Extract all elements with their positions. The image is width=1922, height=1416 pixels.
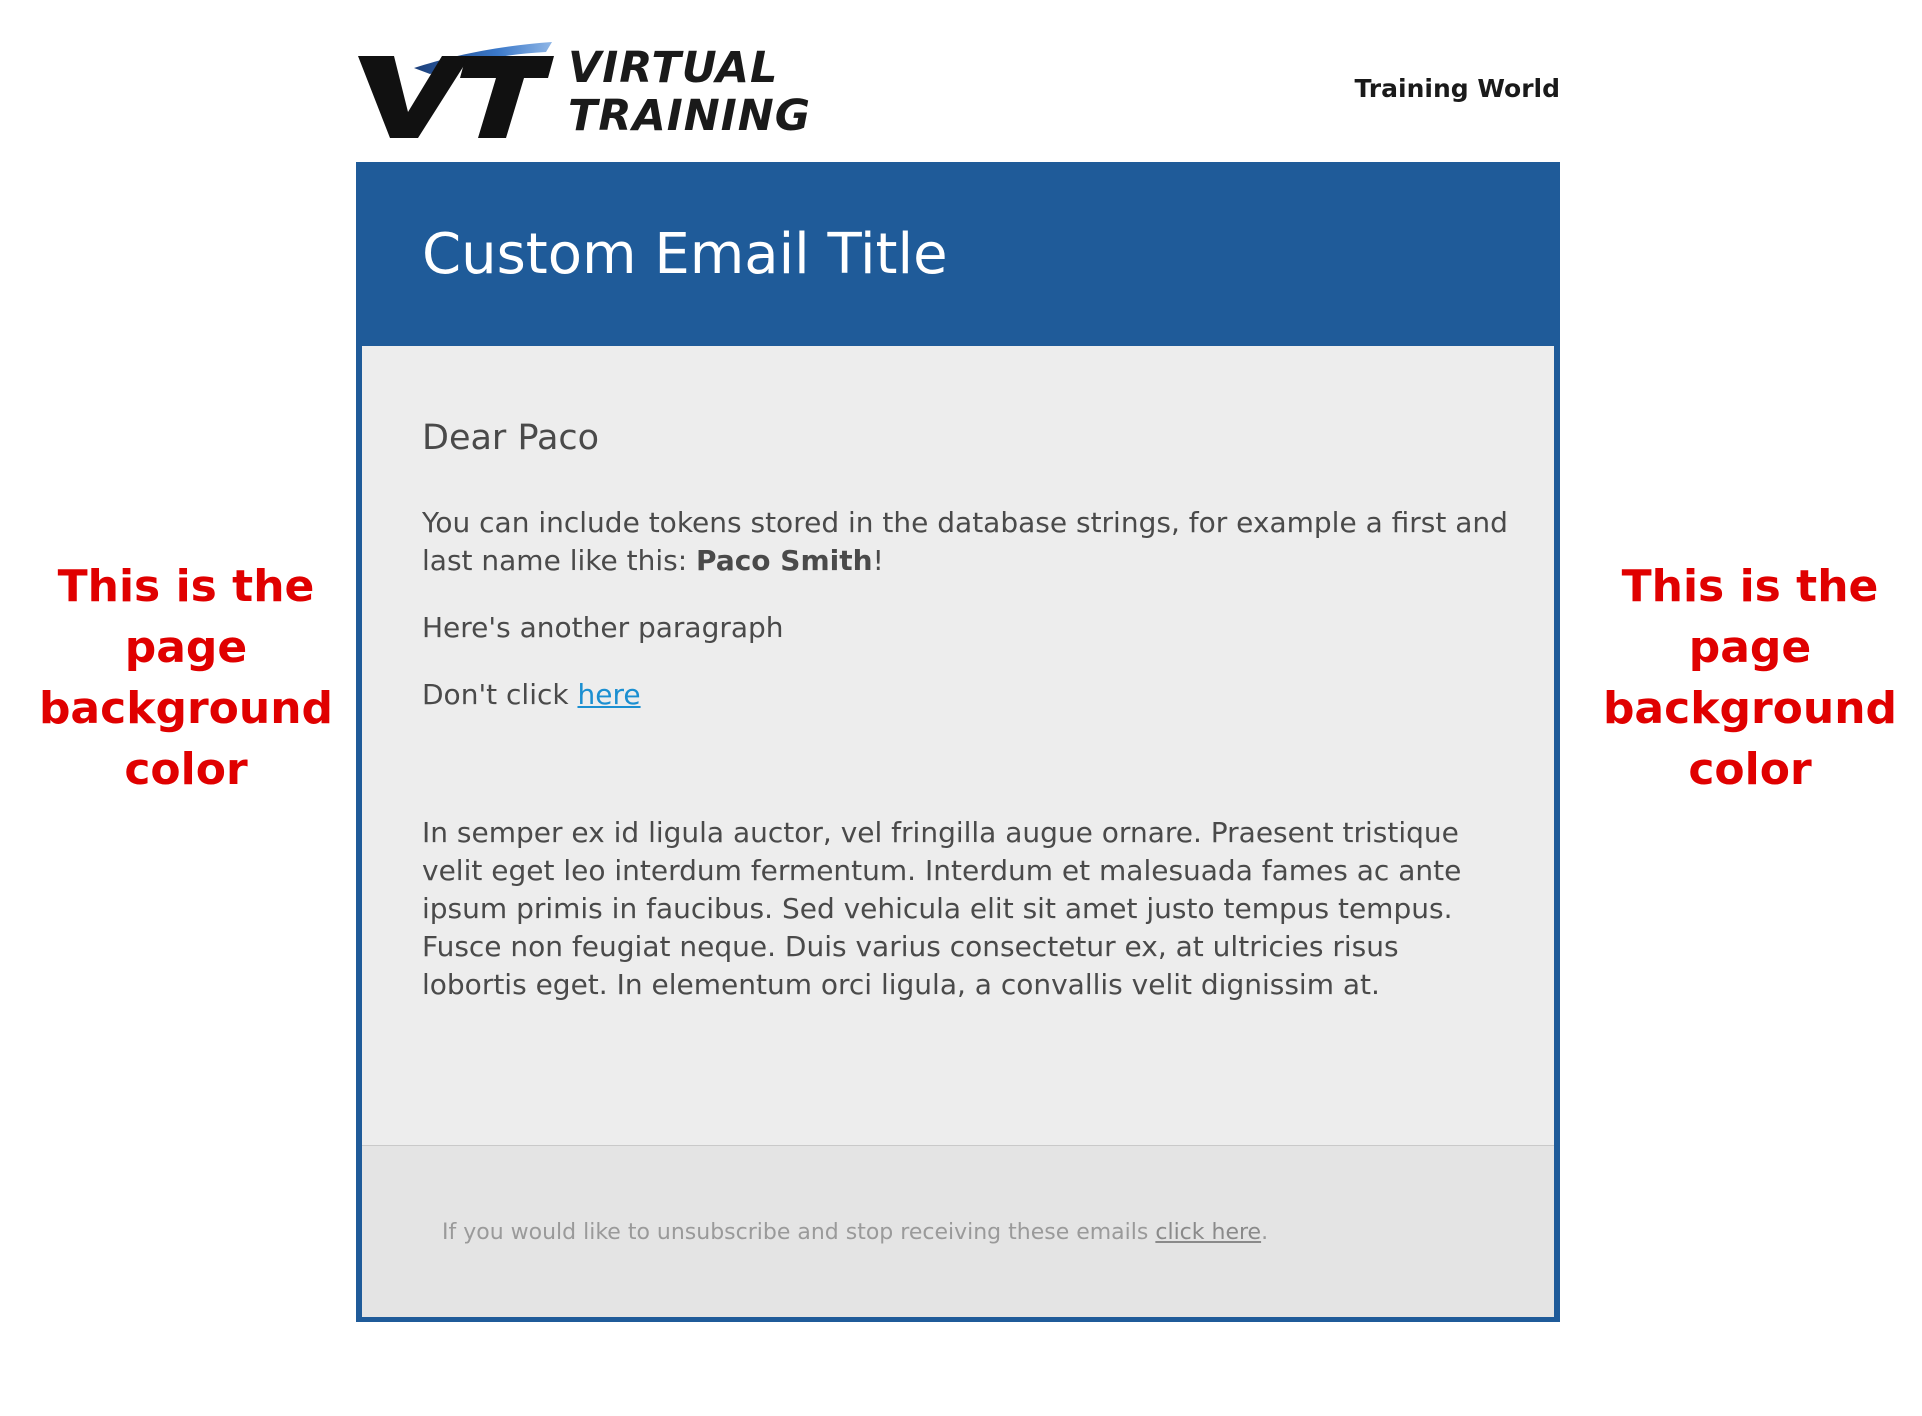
second-paragraph: Here's another paragraph	[422, 611, 784, 644]
left-annotation-line: This is the	[57, 561, 315, 612]
email-footer: If you would like to unsubscribe and sto…	[362, 1145, 1554, 1317]
here-link[interactable]: here	[577, 678, 640, 711]
left-annotation-line: color	[124, 744, 248, 795]
link-paragraph: Don't click here	[422, 676, 1512, 714]
email-header: VIRTUAL TRAINING Training World	[356, 40, 1560, 150]
right-annotation-line: page	[1688, 622, 1812, 673]
unsubscribe-end: .	[1261, 1220, 1269, 1245]
left-annotation-line: background	[38, 683, 334, 734]
link-paragraph-text: Don't click	[422, 678, 578, 711]
left-annotation-line: page	[124, 622, 248, 673]
email-container: Custom Email Title Dear Paco You can inc…	[356, 162, 1560, 1322]
right-annotation: This is the page background color	[1600, 556, 1900, 800]
email-content: Dear Paco You can include tokens stored …	[422, 418, 1512, 1033]
unsubscribe-text: If you would like to unsubscribe and sto…	[442, 1220, 1156, 1245]
logo-line-training: TRAINING	[568, 91, 811, 141]
right-annotation-line: background	[1602, 683, 1898, 734]
virtual-training-logo: VIRTUAL TRAINING	[356, 40, 810, 150]
brand-name: Training World	[1354, 74, 1561, 103]
email-greeting: Dear Paco	[422, 418, 600, 458]
email-title: Custom Email Title	[422, 222, 948, 287]
lorem-paragraph: In semper ex id ligula auctor, vel fring…	[422, 816, 1462, 1001]
email-title-bar: Custom Email Title	[356, 162, 1560, 346]
unsubscribe-link[interactable]: click here	[1155, 1220, 1261, 1245]
logo-line-virtual: VIRTUAL	[568, 43, 779, 93]
vt-logo-mark-icon	[358, 42, 554, 138]
left-annotation: This is the page background color	[36, 556, 336, 800]
token-paragraph-text: You can include tokens stored in the dat…	[422, 506, 1508, 577]
unsubscribe-notice: If you would like to unsubscribe and sto…	[442, 1220, 1268, 1245]
logo-wordmark: VIRTUAL TRAINING	[568, 44, 811, 140]
right-annotation-line: This is the	[1621, 561, 1879, 612]
token-full-name: Paco Smith	[696, 544, 873, 577]
token-paragraph-end: !	[872, 544, 884, 577]
right-annotation-line: color	[1688, 744, 1812, 795]
token-paragraph: You can include tokens stored in the dat…	[422, 504, 1512, 580]
